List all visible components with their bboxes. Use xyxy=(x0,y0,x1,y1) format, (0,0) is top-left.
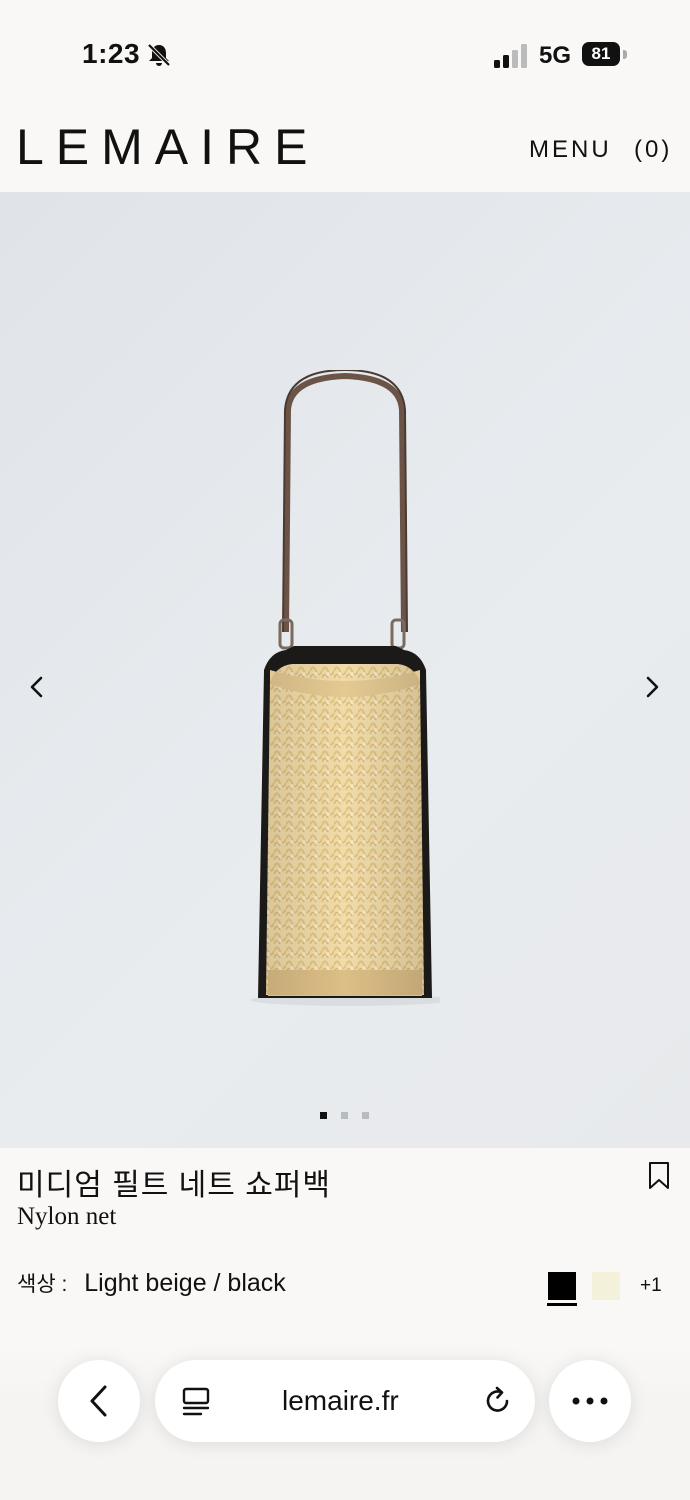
product-title: 미디엄 필트 네트 쇼퍼백 xyxy=(17,1169,332,1202)
page-menu-icon[interactable] xyxy=(181,1387,211,1417)
product-material: Nylon net xyxy=(17,1203,117,1230)
carousel-dot[interactable] xyxy=(341,1112,348,1119)
more-dots-icon xyxy=(572,1397,608,1405)
swatch-selected-indicator xyxy=(547,1303,577,1306)
brand-logo[interactable]: LEMAIRE xyxy=(16,118,320,176)
carousel-indicator xyxy=(320,1112,372,1120)
status-time: 1:23 xyxy=(82,38,141,69)
color-swatch-black[interactable] xyxy=(548,1272,576,1300)
battery-icon: 81 xyxy=(582,42,628,68)
back-chevron-icon xyxy=(90,1385,107,1417)
color-label: 색상 : xyxy=(17,1273,68,1296)
cart-button[interactable]: (0) xyxy=(634,136,672,164)
browser-more-button[interactable] xyxy=(549,1360,631,1442)
color-swatch-beige[interactable] xyxy=(592,1272,620,1300)
network-type: 5G xyxy=(539,42,572,69)
color-selector: 색상 : Light beige / black xyxy=(17,1268,286,1298)
battery-tip xyxy=(623,50,627,59)
silent-bell-icon xyxy=(147,43,171,67)
site-header: LEMAIRE MENU (0) xyxy=(0,100,690,192)
more-colors-link[interactable]: +1 xyxy=(640,1275,662,1297)
product-gallery[interactable] xyxy=(0,192,690,1148)
battery-level: 81 xyxy=(582,42,620,66)
menu-button[interactable]: MENU xyxy=(529,136,612,164)
reload-icon[interactable] xyxy=(483,1386,513,1416)
carousel-dot[interactable] xyxy=(362,1112,369,1119)
cell-signal-icon xyxy=(494,44,527,68)
next-image-arrow-icon[interactable] xyxy=(637,672,667,702)
browser-back-button[interactable] xyxy=(58,1360,140,1442)
product-image xyxy=(250,370,440,1006)
status-bar: 1:23 5G 81 xyxy=(0,0,690,100)
color-value: Light beige / black xyxy=(84,1269,286,1297)
previous-image-arrow-icon[interactable] xyxy=(22,672,52,702)
carousel-dot-active[interactable] xyxy=(320,1112,327,1119)
browser-toolbar: lemaire.fr xyxy=(0,1340,690,1500)
url-text[interactable]: lemaire.fr xyxy=(282,1385,399,1417)
address-bar[interactable]: lemaire.fr xyxy=(155,1360,535,1442)
bookmark-icon[interactable] xyxy=(648,1161,670,1191)
